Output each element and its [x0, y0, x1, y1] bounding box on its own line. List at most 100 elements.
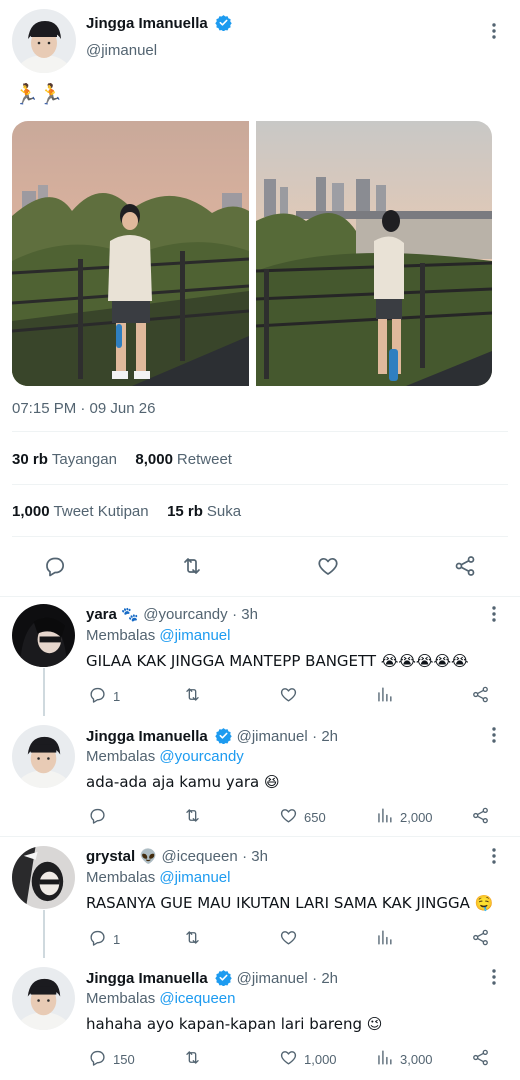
avatar[interactable] [12, 967, 75, 1030]
replying-to-link[interactable]: @jimanuel [159, 869, 230, 886]
views-button[interactable] [375, 928, 394, 950]
retweet-button[interactable] [183, 1048, 202, 1070]
like-button[interactable] [316, 554, 340, 581]
like-button[interactable]: 650 [279, 806, 326, 828]
stats-row-1: 30 rb Tayangan 8,000 Retweet [12, 451, 232, 469]
reply-button[interactable]: 1 [88, 685, 120, 707]
reply-text: ada-ada aja kamu yara 😆 [86, 773, 280, 791]
reply-count: 1 [113, 688, 121, 704]
retweet-button[interactable] [183, 685, 202, 707]
stats-row-2: 1,000 Tweet Kutipan 15 rb Suka [12, 503, 241, 521]
share-icon [471, 928, 490, 950]
replying-to: Membalas @icequeen [86, 990, 236, 1007]
views-chart-icon [375, 806, 394, 828]
reply-text: GILAA KAK JINGGA MANTEPP BANGETT 😭😭😭😭😭 [86, 652, 469, 670]
replying-to: Membalas @jimanuel [86, 869, 231, 886]
reply-author-name[interactable]: yara [86, 606, 117, 623]
share-icon [471, 1048, 490, 1070]
reply-time[interactable]: · 2h [312, 728, 338, 745]
tweet-timestamp[interactable]: 07:15 PM · 09 Jun 26 [12, 400, 155, 417]
like-count: 1,000 [304, 1051, 337, 1067]
avatar[interactable] [12, 9, 76, 73]
more-options-icon[interactable] [484, 604, 504, 624]
avatar[interactable] [12, 604, 75, 667]
replying-to-link[interactable]: @jimanuel [159, 627, 230, 644]
reply-button[interactable]: 150 [88, 1048, 135, 1070]
author-handle[interactable]: @jimanuel [86, 42, 157, 59]
views-chart-icon [375, 928, 394, 950]
replying-to-link[interactable]: @yourcandy [159, 748, 243, 765]
replying-to: Membalas @jimanuel [86, 627, 231, 644]
like-button[interactable] [279, 928, 298, 950]
views-stat[interactable]: 30 rb Tayangan [12, 451, 117, 468]
verified-badge-icon [215, 969, 232, 987]
verified-badge-icon [215, 14, 232, 32]
share-button[interactable] [471, 928, 490, 950]
like-icon [279, 685, 298, 707]
views-count: 2,000 [400, 809, 433, 825]
retweets-stat[interactable]: 8,000 Retweet [135, 451, 232, 468]
reply-time[interactable]: · 2h [312, 970, 338, 987]
like-icon [279, 928, 298, 950]
reply-author-handle[interactable]: @jimanuel [237, 970, 308, 987]
paw-emoji-icon: 🐾 [121, 607, 139, 623]
retweet-button[interactable] [183, 928, 202, 950]
tweet-photo-2[interactable] [256, 121, 492, 386]
reply-author-name[interactable]: Jingga Imanuella [86, 728, 208, 745]
reply-author-handle[interactable]: @yourcandy [143, 606, 227, 623]
avatar[interactable] [12, 846, 75, 909]
views-count: 3,000 [400, 1051, 433, 1067]
tweet-text: 🏃🏃 [14, 82, 64, 106]
retweet-button[interactable] [180, 554, 204, 581]
reply-button[interactable] [88, 806, 107, 828]
reply-author-handle[interactable]: @jimanuel [237, 728, 308, 745]
retweet-icon [183, 928, 202, 950]
views-button[interactable]: 3,000 [375, 1048, 433, 1070]
reply-author-name[interactable]: Jingga Imanuella [86, 970, 208, 987]
share-button[interactable] [471, 685, 490, 707]
views-chart-icon [375, 685, 394, 707]
reply-icon [88, 685, 107, 707]
reply-icon [88, 928, 107, 950]
like-button[interactable]: 1,000 [279, 1048, 337, 1070]
avatar[interactable] [12, 725, 75, 788]
reply-time[interactable]: · 3h [242, 848, 268, 865]
views-button[interactable]: 2,000 [375, 806, 433, 828]
retweet-button[interactable] [183, 806, 202, 828]
likes-stat[interactable]: 15 rb Suka [167, 503, 241, 520]
reply-icon [43, 554, 67, 581]
like-icon [279, 1048, 298, 1070]
reply-button[interactable] [43, 554, 67, 581]
reply-author-name[interactable]: grystal [86, 848, 135, 865]
verified-badge-icon [215, 727, 232, 745]
share-icon [453, 554, 477, 581]
reply-text: hahaha ayo kapan-kapan lari bareng 😉 [86, 1015, 383, 1033]
like-icon [279, 806, 298, 828]
reply-button[interactable]: 1 [88, 928, 120, 950]
more-options-icon[interactable] [484, 846, 504, 866]
more-options-icon[interactable] [484, 967, 504, 987]
reply-icon [88, 1048, 107, 1070]
more-options-icon[interactable] [484, 725, 504, 745]
reply-time[interactable]: · 3h [232, 606, 258, 623]
reply-author-handle[interactable]: @icequeen [162, 848, 238, 865]
retweet-icon [183, 685, 202, 707]
quote-tweets-stat[interactable]: 1,000 Tweet Kutipan [12, 503, 149, 520]
reply-icon [88, 806, 107, 828]
thread-line [43, 910, 45, 958]
author-name[interactable]: Jingga Imanuella [86, 15, 208, 32]
thread-line [43, 668, 45, 716]
tweet-photo-1[interactable] [12, 121, 249, 386]
replying-to-link[interactable]: @icequeen [159, 990, 235, 1007]
share-button[interactable] [453, 554, 477, 581]
alien-emoji-icon: 👽 [139, 849, 158, 865]
like-button[interactable] [279, 685, 298, 707]
views-button[interactable] [375, 685, 394, 707]
share-button[interactable] [471, 806, 490, 828]
share-button[interactable] [471, 1048, 490, 1070]
more-options-icon[interactable] [484, 21, 504, 41]
like-icon [316, 554, 340, 581]
views-chart-icon [375, 1048, 394, 1070]
share-icon [471, 685, 490, 707]
like-count: 650 [304, 809, 326, 825]
